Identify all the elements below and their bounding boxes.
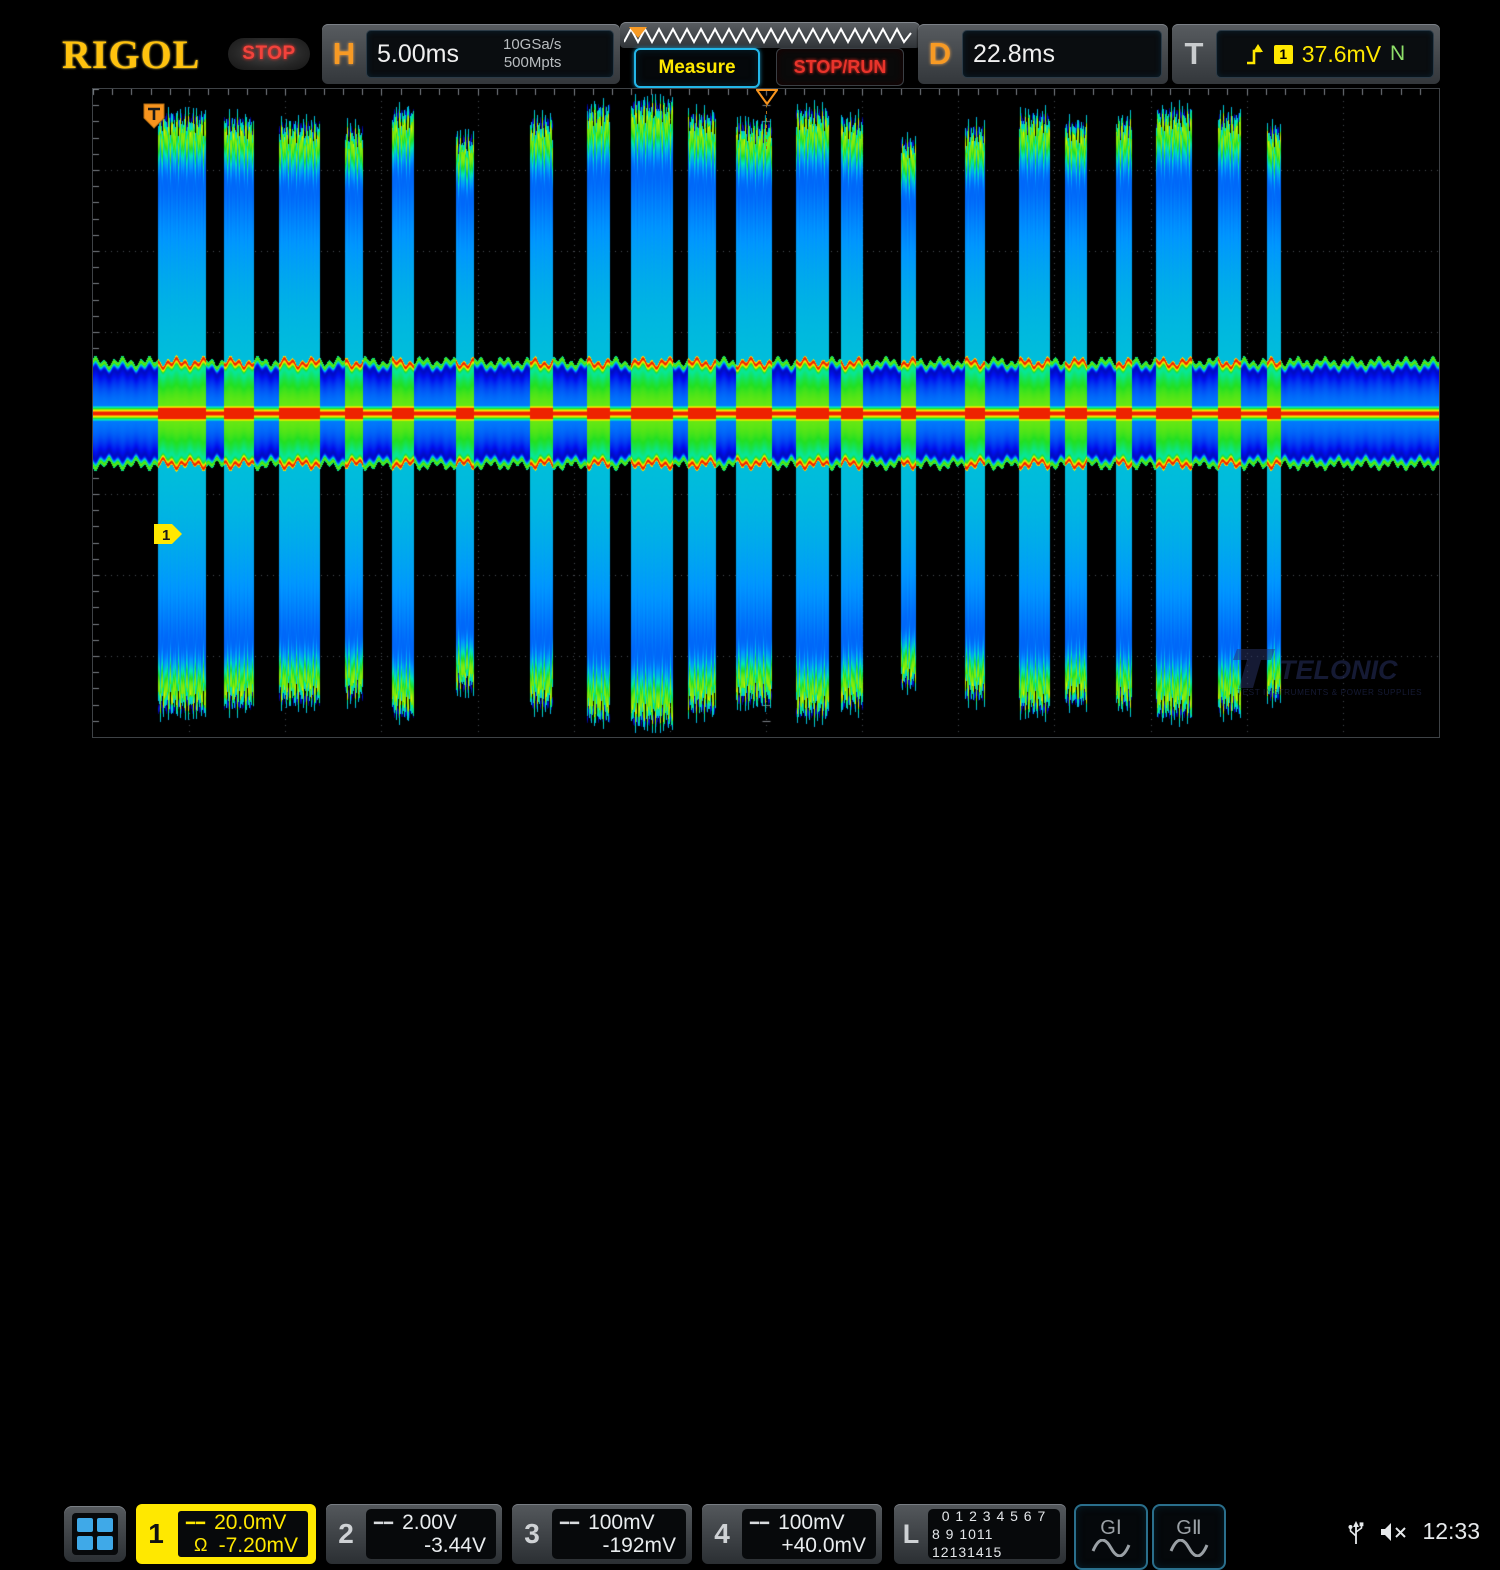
channel-3-number: 3 [512,1504,552,1564]
channel-2-button[interactable]: 2 ━━ 2.00V -3.44V [326,1504,502,1564]
horizontal-key-letter: H [322,36,366,72]
grid-squares-icon [72,1513,118,1555]
channel-1-offset: -7.20mV [219,1534,298,1558]
delay-key-letter: D [918,36,962,72]
channel-4-scale: 100mV [778,1511,845,1535]
rigol-logo: RIGOL [62,31,200,78]
channel-4-offset: +40.0mV [781,1534,866,1558]
channel-1-number: 1 [136,1504,176,1564]
channel-2-coupling-icon: ━━ [374,1514,394,1532]
measure-button[interactable]: Measure [634,48,760,88]
delay-value: 22.8ms [973,40,1055,69]
delay-readout[interactable]: 22.8ms [962,30,1162,78]
trigger-position-marker[interactable] [143,103,165,129]
logic-channels-button[interactable]: L 0 1 2 3 4 5 6 7 8 9 1011 12131415 [894,1504,1066,1564]
horizontal-readout[interactable]: 5.00ms 10GSa/s 500Mpts [366,30,614,78]
speaker-muted-icon[interactable] [1378,1520,1408,1544]
display-grid-button[interactable] [64,1506,126,1562]
channel-4-number: 4 [702,1504,742,1564]
logic-key-letter: L [894,1504,928,1564]
measure-label: Measure [658,57,735,79]
run-status-label: STOP [242,43,295,65]
channel-1-scale: 20.0mV [214,1511,286,1535]
bottom-control-bar: 1 ━━ 20.0mV Ω -7.20mV 2 ━━ 2.00V -3.44V … [0,748,1500,844]
svg-text:1: 1 [162,527,170,544]
trigger-mode-label: N [1390,42,1405,66]
logic-row-2: 8 9 1011 12131415 [932,1525,1056,1561]
generator-1-button[interactable]: GⅠ [1074,1504,1148,1570]
rising-edge-icon [1245,43,1265,65]
run-status-badge[interactable]: STOP [228,38,310,70]
delay-center-dotted-line [766,104,767,150]
trigger-source-badge: 1 [1274,45,1293,64]
channel-2-offset: -3.44V [424,1534,486,1558]
channel-1-button[interactable]: 1 ━━ 20.0mV Ω -7.20mV [136,1504,316,1564]
channel-3-coupling-icon: ━━ [560,1514,580,1532]
trigger-readout[interactable]: 1 37.6mV N [1216,30,1434,78]
waveform-overview-icon [624,24,916,46]
sample-rate-value: 10GSa/s [503,36,561,54]
sine-wave-icon [1090,1539,1132,1557]
channel-4-button[interactable]: 4 ━━ 100mV +40.0mV [702,1504,882,1564]
system-clock: 12:33 [1422,1518,1480,1545]
channel-4-coupling-icon: ━━ [750,1514,770,1532]
horizontal-settings[interactable]: H 5.00ms 10GSa/s 500Mpts [322,24,620,84]
timebase-value: 5.00ms [377,40,497,69]
channel-2-number: 2 [326,1504,366,1564]
usb-icon [1348,1519,1364,1545]
stop-run-button[interactable]: STOP/RUN [776,48,904,86]
generator-1-label: GⅠ [1100,1518,1121,1538]
channel-3-offset: -192mV [602,1534,676,1558]
generator-2-label: GⅡ [1176,1518,1201,1538]
channel1-ground-marker[interactable]: 1 [153,521,183,547]
channel-1-impedance-icon: Ω [194,1535,207,1556]
watermark-tagline-text: TEST INSTRUMENTS & POWER SUPPLIES [1237,688,1422,697]
delay-center-marker [756,89,778,105]
logic-row-1: 0 1 2 3 4 5 6 7 [942,1507,1047,1525]
system-status-icons: 12:33 [1348,1518,1480,1545]
channel-3-scale: 100mV [588,1511,655,1535]
sine-wave-icon [1168,1539,1210,1557]
telonic-watermark: TELONIC TEST INSTRUMENTS & POWER SUPPLIE… [1231,641,1427,703]
channel-2-scale: 2.00V [402,1511,457,1535]
waveform-display[interactable]: 1 TELONIC TEST INSTRUMENTS & POWER SUPPL… [92,88,1440,738]
stop-run-label: STOP/RUN [794,57,887,78]
trigger-settings[interactable]: T 1 37.6mV N [1172,24,1440,84]
watermark-title-text: TELONIC [1279,655,1398,685]
memory-overview-bar[interactable] [620,22,920,48]
memory-depth-value: 500Mpts [503,54,561,72]
top-status-bar: RIGOL STOP H 5.00ms 10GSa/s 500Mpts Meas… [0,0,1500,88]
generator-2-button[interactable]: GⅡ [1152,1504,1226,1570]
overview-trigger-marker [629,27,647,38]
trigger-key-letter: T [1172,36,1216,72]
delay-settings[interactable]: D 22.8ms [918,24,1168,84]
channel1-waveform-trace [93,89,1439,737]
channel-3-button[interactable]: 3 ━━ 100mV -192mV [512,1504,692,1564]
channel-1-coupling-icon: ━━ [186,1514,206,1532]
trigger-level-value: 37.6mV [1302,41,1381,68]
